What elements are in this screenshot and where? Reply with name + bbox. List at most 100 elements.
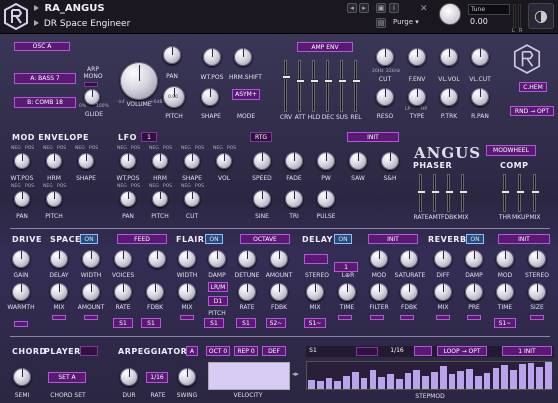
reverb-s1-button[interactable]: S1~ [494, 318, 516, 328]
flair-knob-2[interactable] [238, 250, 256, 268]
stepmod-rtg-button[interactable] [414, 346, 432, 356]
lfo-mod-knob-1[interactable] [285, 152, 303, 170]
flair-s1-button[interactable]: S1 [204, 318, 224, 328]
arp-def-button[interactable]: DEF [262, 346, 286, 356]
stepmod-bar[interactable] [439, 366, 447, 389]
stepmod-loop-button[interactable]: LOOP → OPT [437, 346, 487, 356]
lfo-mod-knob-2[interactable] [317, 152, 335, 170]
pan-knob[interactable] [163, 46, 181, 64]
lfo-wave-knob-0[interactable] [253, 190, 271, 208]
preset-row[interactable]: DR Space Engineer [32, 17, 387, 31]
flair-octave-select[interactable]: OCTAVE [240, 234, 290, 244]
stepmod-bar[interactable] [457, 371, 465, 389]
fader-cap[interactable] [501, 189, 510, 194]
fader-cap[interactable] [531, 189, 540, 194]
dur-knob[interactable] [120, 368, 138, 386]
delay-mini-1[interactable] [370, 315, 384, 320]
wave-a-select[interactable]: A: BASS 7 [14, 73, 76, 84]
rnd-opt-button[interactable]: RND → OPT [510, 106, 554, 116]
space-mini-0[interactable] [52, 315, 66, 320]
modenv2-knob-1[interactable] [46, 191, 62, 207]
reverb-knob-3[interactable] [528, 250, 546, 268]
delay2-knob-1[interactable] [338, 283, 356, 301]
arp-oct-button[interactable]: OCT 0 [206, 346, 230, 356]
space-knob-3[interactable] [148, 250, 166, 268]
stepmod-init-select[interactable]: 1 INIT [502, 346, 552, 356]
arp-a-button[interactable]: A [186, 346, 198, 356]
mode-select[interactable]: ASYM+ [232, 89, 260, 100]
delay-s1-button[interactable]: S1~ [304, 318, 326, 328]
space-on-button[interactable]: ON [80, 234, 98, 244]
space-feed-select[interactable]: FEED [117, 234, 167, 244]
lfo-mod-knob-3[interactable] [349, 152, 367, 170]
reverb-mini-1[interactable] [467, 315, 481, 320]
stepmod-bar[interactable] [308, 379, 315, 389]
flair-s2-button[interactable]: S2~ [266, 318, 286, 328]
delay-stereo-select[interactable] [304, 254, 328, 264]
stepmod-bar[interactable] [378, 376, 386, 389]
fader-cap[interactable] [296, 78, 305, 83]
lfo-row1-knob-0[interactable] [120, 153, 136, 169]
flair-lrm-button[interactable]: LR/M [208, 282, 228, 292]
comp-fader-1[interactable] [516, 174, 525, 212]
delay2-knob-0[interactable] [306, 283, 324, 301]
swing-knob[interactable] [178, 368, 196, 386]
hrmshift-knob[interactable] [234, 48, 252, 66]
lfo-wave-knob-2[interactable] [317, 190, 335, 208]
fader-cap[interactable] [431, 189, 440, 194]
amp-env-fader-0[interactable] [282, 60, 291, 112]
delay-value-select[interactable]: 1 [334, 262, 358, 272]
tune-knob[interactable] [439, 3, 461, 25]
info-icon[interactable]: i [389, 3, 399, 13]
stepmod-bar[interactable] [387, 374, 394, 389]
space-knob-1[interactable] [82, 250, 100, 268]
stepmod-bar[interactable] [466, 368, 473, 389]
stepmod-bar[interactable] [422, 375, 429, 389]
stepmod-bar[interactable] [369, 370, 377, 389]
space2-knob-1[interactable] [82, 283, 100, 301]
modwheel-button[interactable]: MODWHEEL [486, 145, 536, 156]
camera-icon[interactable]: ▣ [376, 3, 386, 13]
delay2-knob-2[interactable] [370, 283, 388, 301]
velocity-grid[interactable] [208, 362, 290, 390]
next-preset-icon[interactable]: ▸ [359, 3, 369, 13]
delay-sat-knob[interactable] [400, 250, 418, 268]
lfo-wave-knob-1[interactable] [285, 190, 303, 208]
arp-rep-button[interactable]: REP 0 [234, 346, 258, 356]
lfo-mode-select[interactable]: INIT [347, 132, 399, 142]
flair-s1b-button[interactable]: S1 [236, 318, 256, 328]
flair2-knob-2[interactable] [238, 283, 256, 301]
fader-cap[interactable] [417, 189, 426, 194]
phaser-fader-1[interactable] [431, 174, 440, 212]
reverb-knob-0[interactable] [434, 250, 452, 268]
space-s1b-button[interactable]: S1 [141, 318, 161, 328]
space-mini-1[interactable] [84, 315, 98, 320]
expand-arrow-icon[interactable] [34, 5, 39, 11]
amp-env-fader-4[interactable] [338, 60, 347, 112]
close-icon[interactable]: ✕ [420, 4, 428, 14]
lfo-rtg-button[interactable]: RTG [250, 132, 272, 142]
delay-mode-select[interactable]: INIT [368, 234, 418, 244]
lfo-row1-knob-2[interactable] [184, 153, 200, 169]
fenv-knob[interactable] [408, 48, 426, 66]
stepmod-bar[interactable] [483, 372, 491, 389]
wave-b-select[interactable]: B: COMB 18 [14, 97, 76, 108]
warmth-knob[interactable] [12, 283, 30, 301]
reverb-knob-2[interactable] [496, 250, 514, 268]
space-s1-button[interactable]: S1 [113, 318, 133, 328]
stepmod-bar[interactable] [360, 378, 368, 389]
lfo-mod-knob-4[interactable] [381, 152, 399, 170]
comp-fader-0[interactable] [501, 174, 510, 212]
osc-selector[interactable]: OSC A [14, 42, 70, 51]
flair-knob-3[interactable] [270, 250, 288, 268]
vlvol-knob[interactable] [440, 48, 458, 66]
stepmod-bar[interactable] [343, 375, 350, 389]
type-knob[interactable] [408, 88, 426, 106]
chord-player-toggle[interactable] [80, 346, 98, 356]
amp-env-fader-1[interactable] [296, 60, 305, 112]
lfo-number[interactable]: 1 [141, 132, 157, 142]
stepmod-bar[interactable] [316, 380, 324, 389]
stepmod-bar[interactable] [474, 376, 482, 389]
gain-knob[interactable] [12, 250, 30, 268]
drive-toggle[interactable] [14, 321, 28, 327]
